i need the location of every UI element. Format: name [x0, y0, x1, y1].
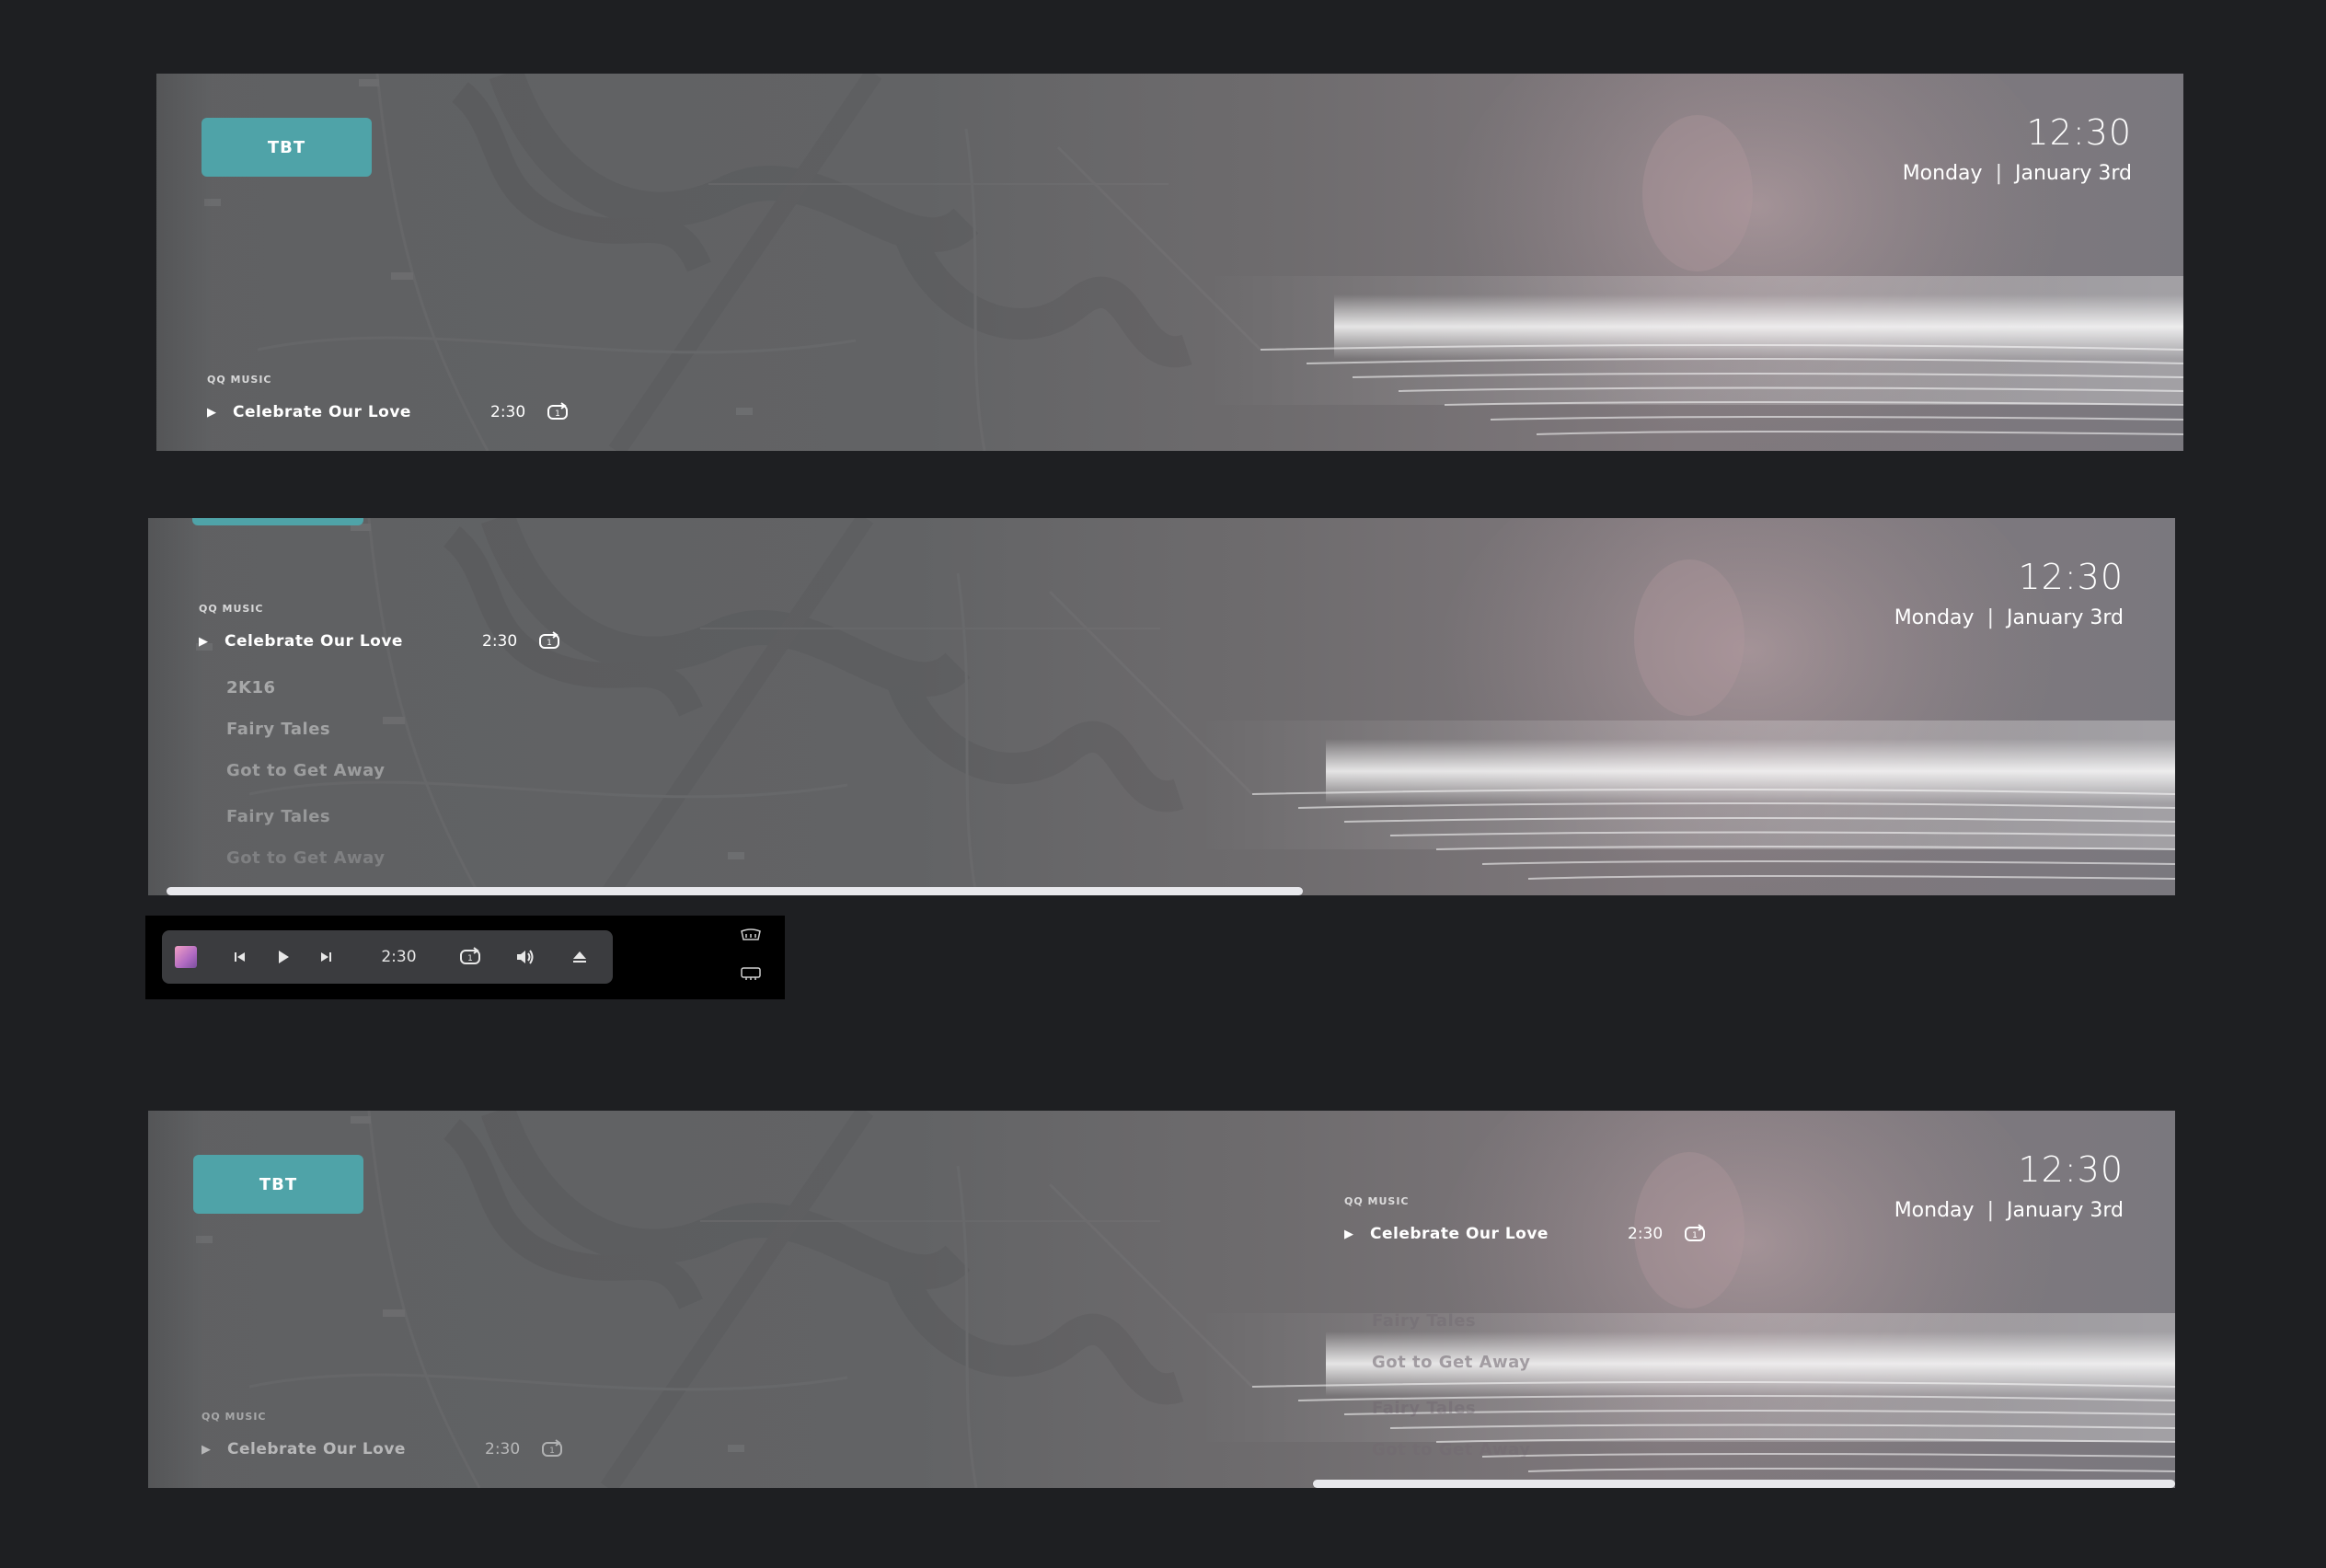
clock: 12:30 Monday | January 3rd [1894, 1149, 2124, 1222]
clock-separator: | [1995, 162, 2002, 185]
clock-month-day: January 3rd [2006, 606, 2124, 629]
previous-icon [235, 952, 246, 962]
playlist-item[interactable]: Got to Get Away [226, 761, 386, 807]
track-duration: 2:30 [485, 1440, 521, 1458]
playlist-item[interactable]: Fairy Tales [1372, 1399, 1531, 1440]
clock-day: Monday [1894, 1199, 1975, 1222]
dashboard-panel-collapsed: TBT 12:30 Monday | January 3rd QQ MUSIC … [156, 74, 2183, 451]
eject-button[interactable] [559, 950, 600, 964]
playback-time: 2:30 [381, 948, 417, 966]
previous-button[interactable] [220, 950, 260, 964]
dashboard-panel-playlist-open: 12:30 Monday | January 3rd QQ MUSIC ▶ Ce… [148, 518, 2175, 895]
next-icon [321, 952, 332, 962]
clock-separator: | [1986, 606, 1994, 629]
playlist-scrollbar[interactable] [167, 887, 1303, 895]
track-title: Celebrate Our Love [225, 632, 403, 651]
repeat-icon[interactable] [1683, 1224, 1707, 1244]
clock-month-day: January 3rd [2014, 162, 2132, 185]
control-bar-strip: 2:30 [145, 916, 785, 999]
album-art-icon [175, 946, 198, 968]
music-source-label: QQ MUSIC [1344, 1195, 1410, 1207]
play-icon [278, 951, 289, 963]
clock-time: 12:30 [2018, 1149, 2124, 1190]
volume-icon [517, 950, 534, 964]
playlist-item[interactable]: Fairy Tales [226, 720, 386, 761]
play-icon[interactable]: ▶ [207, 406, 233, 420]
rear-defrost-icon[interactable] [739, 928, 763, 945]
track-duration: 2:30 [1628, 1225, 1664, 1243]
climate-shortcuts [739, 928, 763, 982]
repeat-button[interactable] [450, 947, 490, 967]
clock-date: Monday | January 3rd [1894, 606, 2124, 629]
track-title: Celebrate Our Love [233, 403, 411, 421]
clock-date: Monday | January 3rd [1894, 1199, 2124, 1222]
playlist-item[interactable]: Got to Get Away [1372, 1353, 1531, 1399]
play-icon[interactable]: ▶ [199, 635, 225, 649]
repeat-icon [459, 947, 480, 964]
next-button[interactable] [305, 950, 346, 964]
playlist: Fairy Tales Got to Get Away Fairy Tales … [1372, 1311, 1531, 1482]
play-button[interactable] [262, 949, 303, 965]
tbt-button[interactable]: TBT [193, 1155, 363, 1214]
front-defrost-icon[interactable] [739, 965, 763, 982]
clock-time: 12:30 [2018, 557, 2124, 597]
playlist-scrollbar[interactable] [1313, 1480, 2175, 1488]
clock-day: Monday [1902, 162, 1983, 185]
clock: 12:30 Monday | January 3rd [1903, 112, 2132, 185]
eject-icon [572, 951, 586, 963]
music-source-label: QQ MUSIC [202, 1411, 267, 1423]
music-player-expanded[interactable]: QQ MUSIC ▶ Celebrate Our Love 2:30 [1344, 1195, 1707, 1244]
repeat-icon[interactable] [537, 631, 561, 651]
media-control-bar: 2:30 [162, 930, 613, 984]
tbt-button-offscreen[interactable] [192, 518, 363, 525]
map-background [148, 518, 2175, 895]
music-player-mini[interactable]: QQ MUSIC ▶ Celebrate Our Love 2:30 [207, 374, 570, 422]
playlist-item[interactable]: Got to Get Away [1372, 1440, 1531, 1482]
music-source-label: QQ MUSIC [207, 374, 272, 386]
track-title: Celebrate Our Love [1370, 1225, 1549, 1243]
track-duration: 2:30 [482, 632, 518, 651]
clock-time: 12:30 [2026, 112, 2132, 153]
music-player-expanded[interactable]: QQ MUSIC ▶ Celebrate Our Love 2:30 [199, 603, 561, 651]
music-player-mini-dimmed[interactable]: QQ MUSIC ▶ Celebrate Our Love 2:30 [202, 1411, 564, 1459]
repeat-icon[interactable] [546, 402, 570, 422]
playlist-item[interactable]: Fairy Tales [1372, 1311, 1531, 1353]
tbt-button[interactable]: TBT [202, 118, 372, 177]
dashboard-panel-playlist-right: TBT 12:30 Monday | January 3rd QQ MUSIC … [148, 1111, 2175, 1488]
clock: 12:30 Monday | January 3rd [1894, 557, 2124, 629]
clock-day: Monday [1894, 606, 1975, 629]
music-source-label: QQ MUSIC [199, 603, 264, 615]
track-title: Celebrate Our Love [227, 1440, 406, 1458]
play-icon[interactable]: ▶ [1344, 1228, 1370, 1241]
volume-button[interactable] [505, 948, 546, 966]
clock-month-day: January 3rd [2006, 1199, 2124, 1222]
playlist-item[interactable]: Fairy Tales [226, 807, 386, 848]
playlist-item[interactable]: 2K16 [226, 678, 386, 720]
playlist-item[interactable]: Got to Get Away [226, 848, 386, 890]
playlist: 2K16 Fairy Tales Got to Get Away Fairy T… [226, 678, 386, 890]
album-art-thumbnail[interactable] [175, 946, 198, 968]
clock-separator: | [1986, 1199, 1994, 1222]
repeat-icon[interactable] [540, 1439, 564, 1459]
track-duration: 2:30 [490, 403, 526, 421]
play-icon[interactable]: ▶ [202, 1443, 227, 1457]
clock-date: Monday | January 3rd [1903, 162, 2132, 185]
